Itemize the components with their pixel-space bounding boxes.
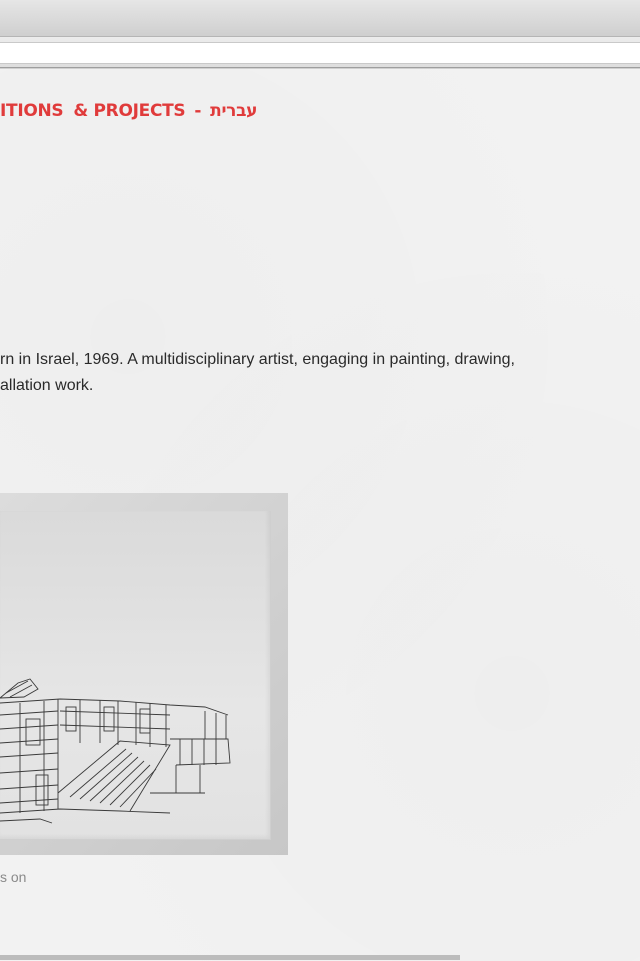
artwork-image[interactable] bbox=[0, 493, 288, 855]
artwork-caption: s on bbox=[0, 869, 27, 885]
bio-line-1: rn in Israel, 1969. A multidisciplinary … bbox=[0, 351, 515, 368]
horizontal-scrollbar[interactable] bbox=[0, 955, 460, 960]
building-drawing bbox=[0, 678, 231, 824]
nav-item-projects[interactable]: & PROJECTS bbox=[73, 101, 185, 121]
browser-toolbar bbox=[0, 37, 640, 68]
bio-line-2: allation work. bbox=[0, 377, 94, 394]
nav-item-hebrew[interactable]: עברית bbox=[210, 101, 257, 121]
nav-item-exhibitions[interactable]: ITIONS bbox=[0, 101, 64, 121]
web-page: ITIONS & PROJECTS - עברית rn in Israel, … bbox=[0, 68, 640, 961]
browser-titlebar bbox=[0, 0, 640, 37]
address-bar[interactable] bbox=[0, 42, 640, 64]
site-navigation: ITIONS & PROJECTS - עברית bbox=[0, 99, 257, 123]
artist-bio: rn in Israel, 1969. A multidisciplinary … bbox=[0, 347, 600, 399]
nav-separator: - bbox=[194, 101, 202, 121]
